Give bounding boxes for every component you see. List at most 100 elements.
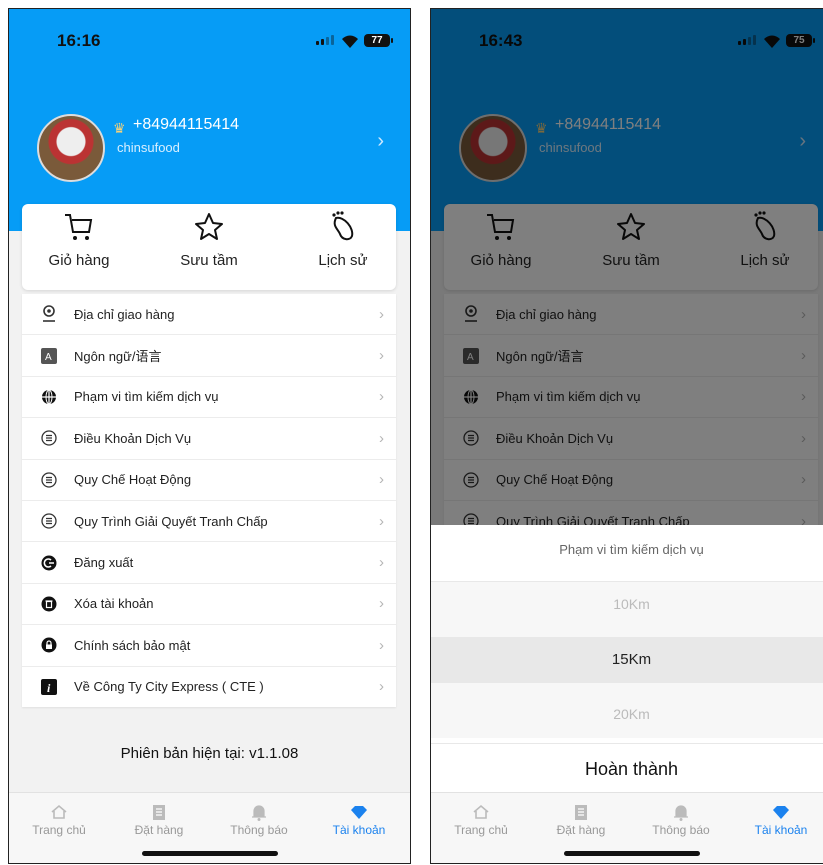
tab-order[interactable]: Đặt hàng (531, 801, 631, 837)
menu-item-delete-account[interactable]: Xóa tài khoản › (22, 584, 396, 626)
order-icon (109, 801, 209, 823)
range-picker-wheel[interactable]: 10Km 15Km 20Km (431, 581, 823, 738)
chevron-right-icon: › (379, 636, 384, 654)
list-icon (40, 512, 58, 530)
chevron-right-icon: › (379, 554, 384, 572)
list-icon (40, 471, 58, 489)
chevron-right-icon: › (379, 429, 384, 447)
picker-option[interactable]: 20Km (431, 706, 823, 722)
tab-notification[interactable]: Thông báo (631, 801, 731, 837)
menu-item-label: Quy Chế Hoạt Động (74, 472, 192, 488)
chevron-right-icon: › (379, 595, 384, 613)
quick-history-label: Lịch sử (318, 252, 368, 269)
info-icon: i (40, 678, 58, 696)
app-version: Phiên bản hiện tại: v1.1.08 (120, 745, 299, 762)
star-icon (195, 213, 223, 240)
lock-icon (40, 636, 58, 654)
tab-order-label: Đặt hàng (134, 823, 184, 837)
chevron-right-icon: › (379, 388, 384, 406)
menu-item-label: Chính sách bảo mật (74, 637, 191, 653)
menu-item-shipping-address[interactable]: Địa chỉ giao hàng › (22, 294, 396, 336)
quick-cart[interactable]: Giỏ hàng (24, 210, 134, 269)
menu-item-label: Về Công Ty City Express ( CTE ) (74, 679, 264, 695)
chevron-right-icon[interactable]: › (377, 130, 384, 153)
tab-bar: Trang chủ Đặt hàng Thông báo Tài khoản (9, 792, 410, 863)
battery-icon: 77 (364, 34, 393, 47)
home-icon (9, 801, 109, 823)
tab-home[interactable]: Trang chủ (9, 801, 109, 837)
diamond-icon (731, 801, 823, 823)
tab-notification-label: Thông báo (652, 823, 710, 837)
tab-account-label: Tài khoản (754, 823, 808, 837)
search-range-picker-sheet: Phạm vi tìm kiếm dịch vụ 10Km 15Km 20Km … (431, 525, 823, 793)
menu-item-operating-rules[interactable]: Quy Chế Hoạt Động › (22, 460, 396, 501)
location-pin-icon (40, 305, 58, 323)
home-icon (431, 801, 531, 823)
menu-item-label: Đăng xuất (74, 555, 134, 571)
menu-item-dispute-process[interactable]: Quy Trình Giải Quyết Tranh Chấp › (22, 501, 396, 543)
globe-icon (40, 388, 58, 406)
quick-history[interactable]: Lịch sử (288, 210, 398, 269)
crown-icon: ♛ (113, 120, 126, 136)
status-bar: 16:16 77 (9, 29, 410, 59)
tab-account[interactable]: Tài khoản (309, 801, 409, 837)
menu-item-label: Phạm vi tìm kiếm dịch vụ (74, 389, 219, 405)
picker-option-selected[interactable]: 15Km (431, 637, 823, 683)
tab-notification-label: Thông báo (230, 823, 288, 837)
diamond-icon (309, 801, 409, 823)
menu-item-language[interactable]: A Ngôn ngữ/语言 › (22, 335, 396, 377)
menu-item-logout[interactable]: Đăng xuất › (22, 542, 396, 584)
modal-backdrop[interactable] (431, 9, 823, 525)
signal-icon (316, 35, 334, 45)
list-icon (40, 429, 58, 447)
menu-item-label: Điều Khoản Dịch Vụ (74, 430, 192, 446)
status-time: 16:16 (57, 31, 101, 50)
chevron-right-icon: › (379, 305, 384, 323)
tab-home-label: Trang chủ (32, 823, 86, 837)
profile-username: chinsufood (117, 140, 180, 155)
tab-account[interactable]: Tài khoản (731, 801, 823, 837)
menu-item-label: Quy Trình Giải Quyết Tranh Chấp (74, 513, 268, 529)
chevron-right-icon: › (379, 512, 384, 530)
menu-item-about-company[interactable]: i Về Công Ty City Express ( CTE ) › (22, 667, 396, 707)
logout-icon (40, 554, 58, 572)
tab-order-label: Đặt hàng (556, 823, 606, 837)
bell-icon (631, 801, 731, 823)
tab-home[interactable]: Trang chủ (431, 801, 531, 837)
profile-section[interactable]: ♛ +84944115414 chinsufood › (37, 114, 390, 184)
chevron-right-icon: › (379, 471, 384, 489)
quick-cart-label: Giỏ hàng (48, 252, 110, 269)
menu-item-label: Địa chỉ giao hàng (74, 306, 175, 322)
wifi-icon (342, 35, 358, 48)
svg-text:A: A (45, 352, 52, 363)
phone-screen-search-range-picker: 16:43 75 ♛ +84944115414 chinsufood › Giỏ… (430, 8, 823, 864)
tab-bar: Trang chủ Đặt hàng Thông báo Tài khoản (431, 792, 823, 863)
done-button[interactable]: Hoàn thành (431, 743, 823, 794)
tab-account-label: Tài khoản (332, 823, 386, 837)
picker-option[interactable]: 10Km (431, 596, 823, 612)
menu-item-search-range[interactable]: Phạm vi tìm kiếm dịch vụ › (22, 377, 396, 419)
home-indicator[interactable] (141, 851, 278, 856)
profile-phone: +84944115414 (133, 116, 240, 133)
chevron-right-icon: › (379, 347, 384, 365)
menu-item-terms[interactable]: Điều Khoản Dịch Vụ › (22, 418, 396, 460)
tab-home-label: Trang chủ (454, 823, 508, 837)
quick-collection-label: Sưu tầm (180, 252, 238, 269)
language-icon: A (40, 347, 58, 365)
cart-icon (65, 214, 93, 240)
menu-item-label: Ngôn ngữ/语言 (74, 349, 162, 365)
footprint-icon (332, 211, 354, 241)
tab-notification[interactable]: Thông báo (209, 801, 309, 837)
picker-title: Phạm vi tìm kiếm dịch vụ (559, 542, 704, 557)
avatar[interactable] (37, 114, 105, 182)
settings-menu: Địa chỉ giao hàng › A Ngôn ngữ/语言 › Phạm… (22, 294, 396, 707)
tab-order[interactable]: Đặt hàng (109, 801, 209, 837)
phone-screen-account: 16:16 77 ♛ +84944115414 chinsufood › Giỏ… (8, 8, 411, 864)
home-indicator[interactable] (563, 851, 700, 856)
menu-item-label: Xóa tài khoản (74, 596, 154, 612)
trash-icon (40, 595, 58, 613)
quick-collection[interactable]: Sưu tầm (154, 210, 264, 269)
chevron-right-icon: › (379, 678, 384, 696)
quick-actions-card: Giỏ hàng Sưu tầm Lịch sử (22, 204, 396, 290)
menu-item-privacy-policy[interactable]: Chính sách bảo mật › (22, 625, 396, 667)
